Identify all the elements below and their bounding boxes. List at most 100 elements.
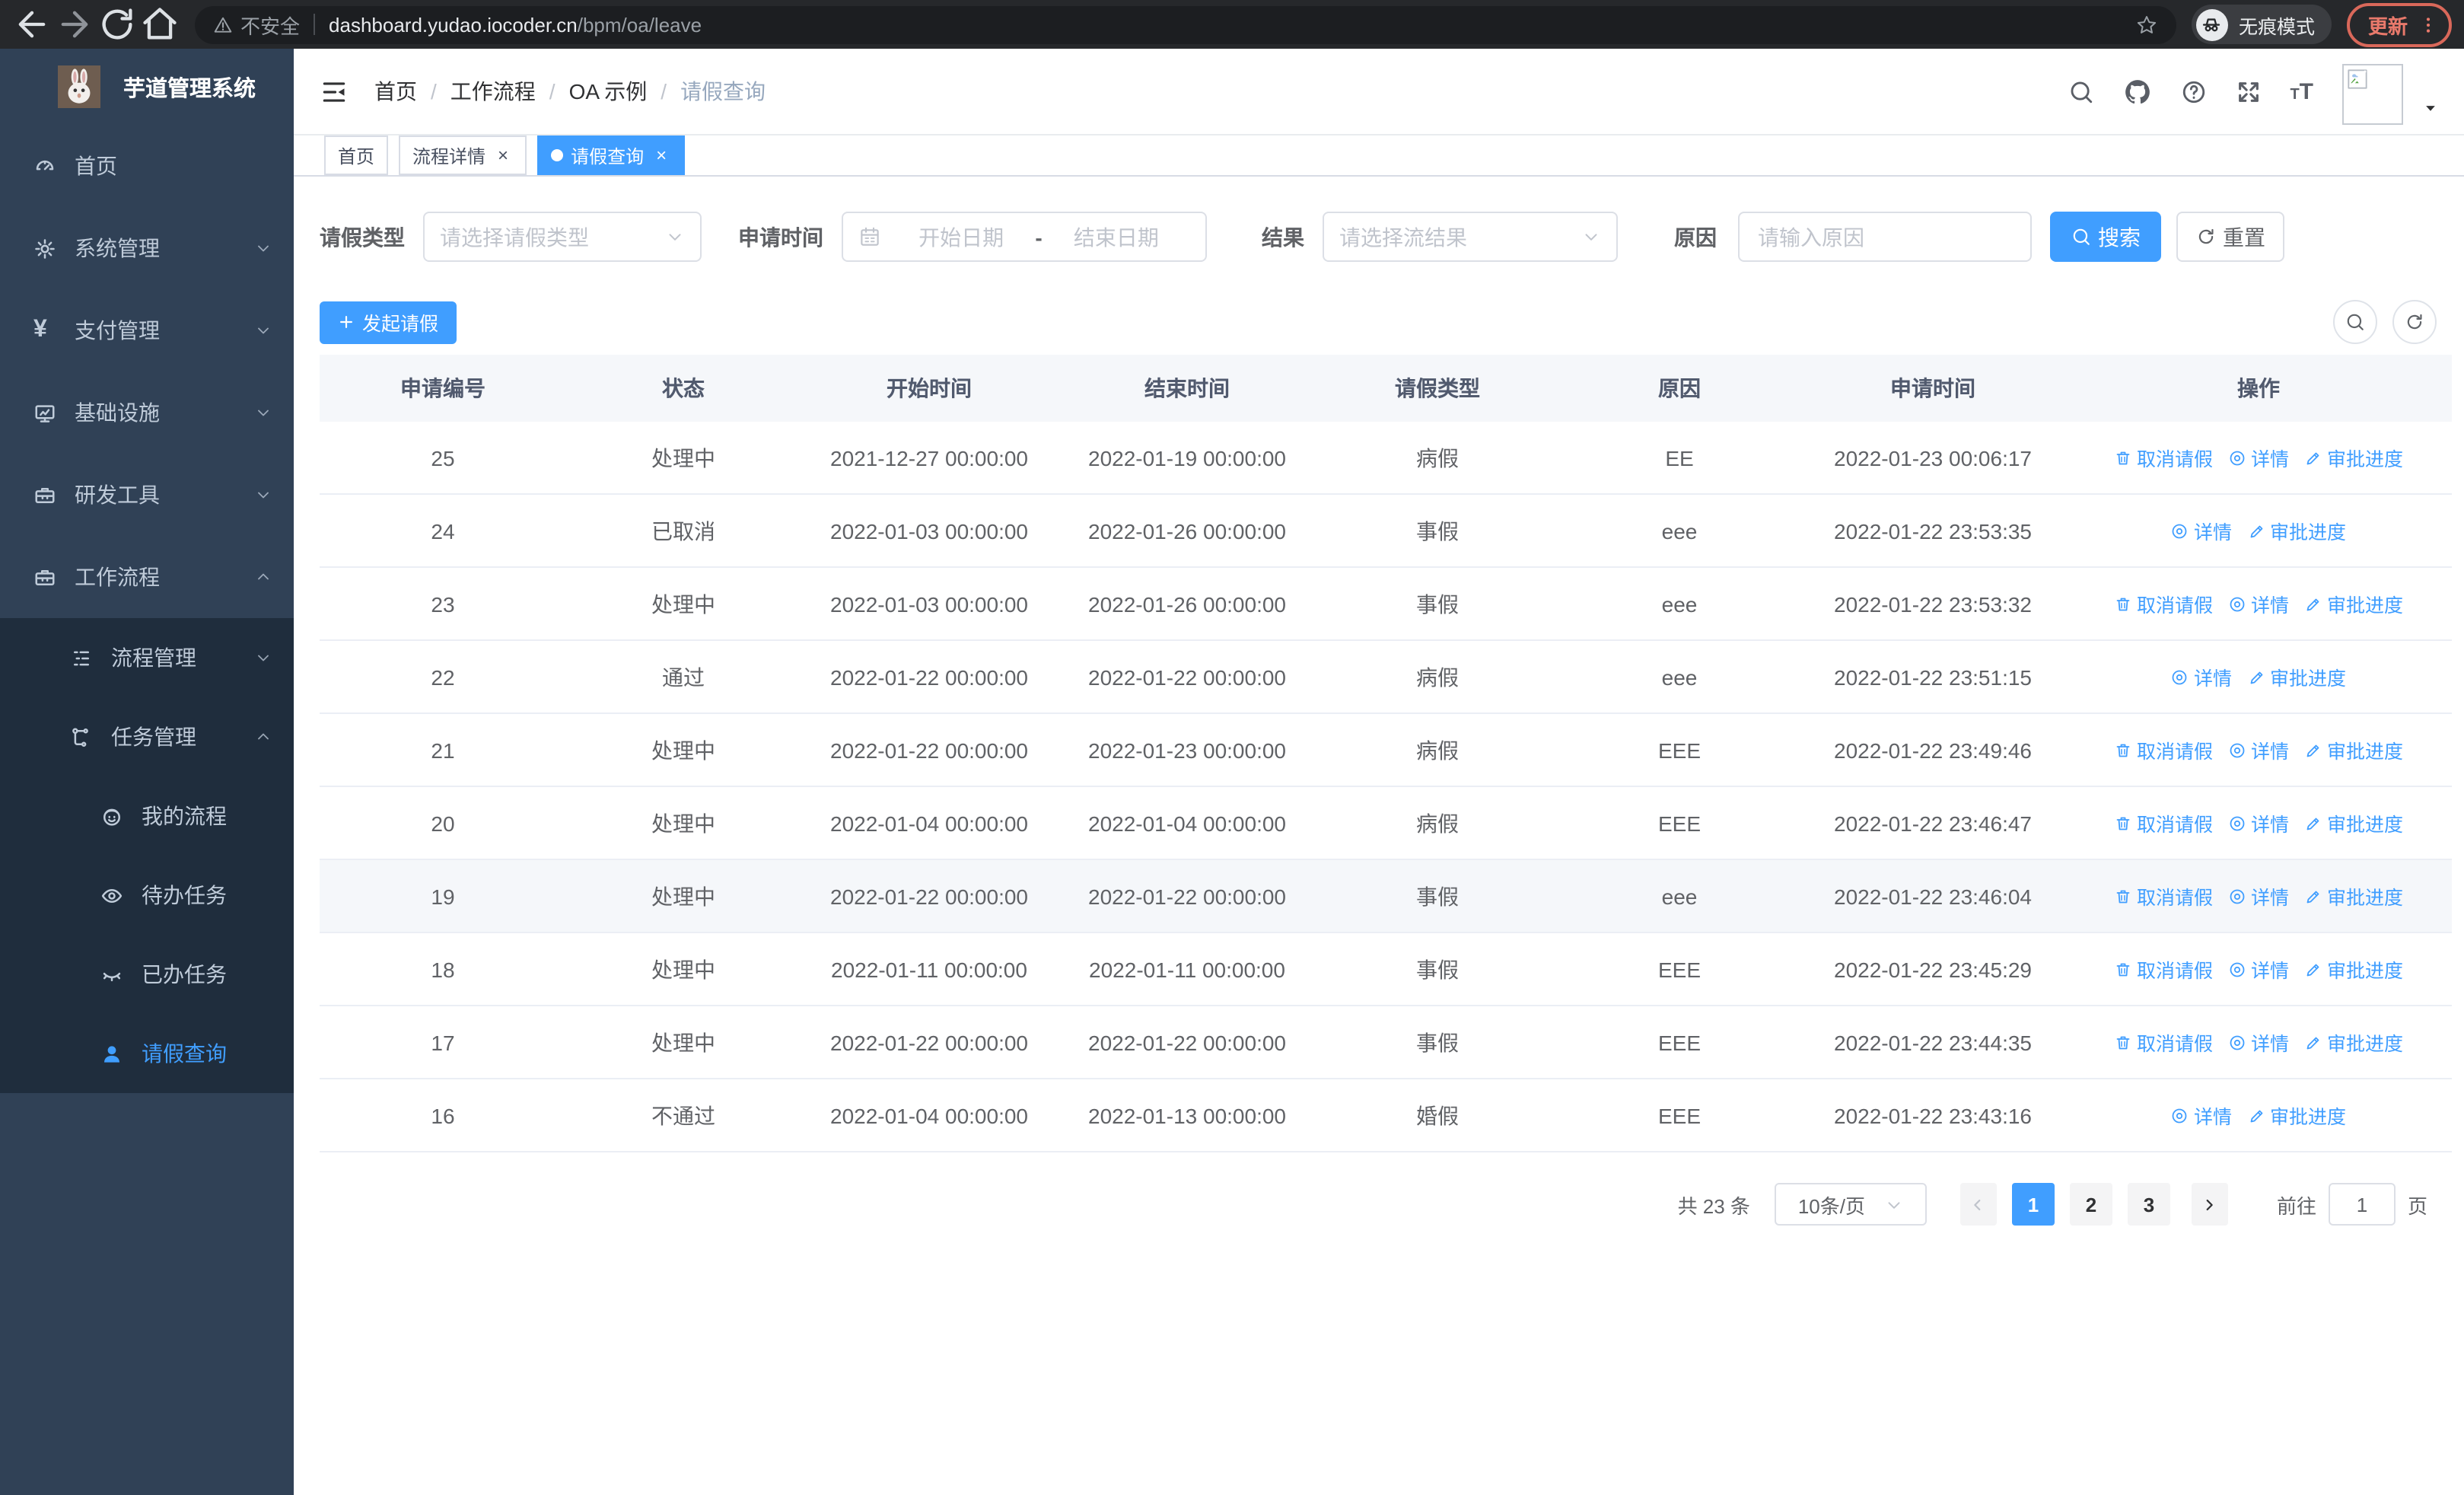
goto-page-input[interactable]: 1 xyxy=(2328,1183,2396,1226)
tab-2[interactable]: 请假查询 × xyxy=(537,135,686,175)
sidebar-item-todo-task[interactable]: 待办任务 xyxy=(0,856,294,935)
cell-type: 事假 xyxy=(1316,932,1558,1006)
close-icon[interactable]: × xyxy=(651,145,671,165)
breadcrumb-item-home[interactable]: 首页 xyxy=(374,76,417,107)
refresh-icon xyxy=(2195,227,2215,247)
eye-closed-icon xyxy=(100,963,123,986)
breadcrumb-item-workflow[interactable]: 工作流程 xyxy=(450,76,536,107)
sidebar-item-task-mgmt[interactable]: 任务管理 xyxy=(0,697,294,776)
action-cancel-leave[interactable]: 取消请假 xyxy=(2114,955,2213,983)
bookmark-star-icon[interactable] xyxy=(2135,13,2158,36)
browser-reload-button[interactable] xyxy=(97,5,137,44)
action-cancel-leave[interactable]: 取消请假 xyxy=(2114,589,2213,618)
close-icon[interactable]: × xyxy=(493,145,513,165)
sidebar-item-dev-tools[interactable]: 研发工具 xyxy=(0,454,294,536)
gear-icon xyxy=(33,237,56,260)
cell-status: 处理中 xyxy=(566,932,801,1006)
browser-home-button[interactable] xyxy=(140,5,180,44)
action-detail[interactable]: 详情 xyxy=(2228,735,2289,764)
page-button-1[interactable]: 1 xyxy=(2011,1183,2055,1226)
action-cancel-leave[interactable]: 取消请假 xyxy=(2114,443,2213,472)
breadcrumb-item-oa[interactable]: OA 示例 xyxy=(569,76,648,107)
view-icon xyxy=(2171,668,2189,686)
action-cancel-leave[interactable]: 取消请假 xyxy=(2114,808,2213,837)
github-icon[interactable] xyxy=(2122,77,2151,106)
browser-update-button[interactable]: 更新 xyxy=(2346,2,2452,46)
sidebar-item-my-process[interactable]: 我的流程 xyxy=(0,776,294,856)
prev-page-button[interactable] xyxy=(1959,1183,1997,1226)
sidebar-item-leave-query[interactable]: 请假查询 xyxy=(0,1014,294,1093)
reason-input[interactable]: 请输入原因 xyxy=(1738,212,2032,262)
action-approval-progress[interactable]: 审批进度 xyxy=(2304,808,2403,837)
sidebar-item-infrastructure[interactable]: 基础设施 xyxy=(0,371,294,454)
result-select[interactable]: 请选择流结果 xyxy=(1323,212,1618,262)
toggle-search-button[interactable] xyxy=(2333,300,2377,344)
action-detail[interactable]: 详情 xyxy=(2228,808,2289,837)
search-icon xyxy=(2071,227,2090,247)
action-detail[interactable]: 详情 xyxy=(2228,881,2289,910)
action-cancel-leave[interactable]: 取消请假 xyxy=(2114,1028,2213,1057)
action-approval-progress[interactable]: 审批进度 xyxy=(2247,1101,2346,1130)
action-detail[interactable]: 详情 xyxy=(2171,1101,2232,1130)
sidebar-collapse-button[interactable] xyxy=(320,77,349,106)
font-size-icon[interactable]: TT xyxy=(2290,78,2313,104)
cell-actions: 详情 审批进度 xyxy=(2065,640,2452,714)
column-header: 请假类型 xyxy=(1316,355,1558,422)
app-logo[interactable]: 芋道管理系统 xyxy=(0,49,294,125)
action-approval-progress[interactable]: 审批进度 xyxy=(2247,516,2346,545)
action-detail[interactable]: 详情 xyxy=(2171,662,2232,691)
tab-1[interactable]: 流程详情 × xyxy=(399,135,527,175)
action-detail[interactable]: 详情 xyxy=(2228,443,2289,472)
date-end-input[interactable]: 结束日期 xyxy=(1043,222,1190,252)
fullscreen-icon[interactable] xyxy=(2235,78,2261,104)
chevron-down-icon xyxy=(1883,1194,1903,1214)
sidebar-item-pay-mgmt[interactable]: ¥ 支付管理 xyxy=(0,289,294,371)
action-cancel-leave[interactable]: 取消请假 xyxy=(2114,881,2213,910)
cell-end: 2022-01-11 00:00:00 xyxy=(1058,932,1316,1006)
browser-back-button[interactable] xyxy=(12,5,52,44)
table-toolbar: 发起请假 xyxy=(320,300,2452,344)
address-bar[interactable]: 不安全 dashboard.yudao.iocoder.cn/bpm/oa/le… xyxy=(195,5,2176,43)
help-icon[interactable] xyxy=(2180,78,2206,104)
browser-menu-icon[interactable] xyxy=(2418,14,2438,34)
create-leave-button[interactable]: 发起请假 xyxy=(320,301,457,343)
apply-time-range-picker[interactable]: 开始日期 - 结束日期 xyxy=(842,212,1207,262)
action-approval-progress[interactable]: 审批进度 xyxy=(2304,955,2403,983)
leave-type-select[interactable]: 请选择请假类型 xyxy=(423,212,702,262)
yen-icon: ¥ xyxy=(33,317,47,343)
edit-icon xyxy=(2304,448,2322,467)
action-approval-progress[interactable]: 审批进度 xyxy=(2247,662,2346,691)
action-detail[interactable]: 详情 xyxy=(2228,1028,2289,1057)
cell-actions: 取消请假 详情 审批进度 xyxy=(2065,1006,2452,1079)
cell-apply_time: 2022-01-22 23:45:29 xyxy=(1800,932,2065,1006)
avatar[interactable] xyxy=(2342,64,2403,125)
sidebar-item-process-mgmt[interactable]: 流程管理 xyxy=(0,618,294,697)
action-detail[interactable]: 详情 xyxy=(2228,589,2289,618)
action-approval-progress[interactable]: 审批进度 xyxy=(2304,443,2403,472)
page-button-3[interactable]: 3 xyxy=(2127,1183,2170,1226)
sidebar-item-workflow[interactable]: 工作流程 xyxy=(0,536,294,618)
action-approval-progress[interactable]: 审批进度 xyxy=(2304,881,2403,910)
search-button[interactable]: 搜索 xyxy=(2050,212,2161,262)
sidebar-item-label: 系统管理 xyxy=(75,236,160,260)
action-cancel-leave[interactable]: 取消请假 xyxy=(2114,735,2213,764)
page-button-2[interactable]: 2 xyxy=(2069,1183,2112,1226)
sidebar-item-home[interactable]: 首页 xyxy=(0,125,294,207)
user-menu-caret-icon[interactable] xyxy=(2423,100,2438,116)
refresh-table-button[interactable] xyxy=(2392,300,2437,344)
action-approval-progress[interactable]: 审批进度 xyxy=(2304,735,2403,764)
browser-forward-button[interactable] xyxy=(55,5,94,44)
sidebar-item-done-task[interactable]: 已办任务 xyxy=(0,935,294,1014)
sidebar-item-system-mgmt[interactable]: 系统管理 xyxy=(0,207,294,289)
action-approval-progress[interactable]: 审批进度 xyxy=(2304,589,2403,618)
tab-0[interactable]: 首页 xyxy=(324,135,389,175)
next-page-button[interactable] xyxy=(2191,1183,2228,1226)
action-detail[interactable]: 详情 xyxy=(2228,955,2289,983)
cell-id: 22 xyxy=(320,640,566,714)
search-icon[interactable] xyxy=(2068,78,2093,104)
action-detail[interactable]: 详情 xyxy=(2171,516,2232,545)
date-start-input[interactable]: 开始日期 xyxy=(887,222,1035,252)
action-approval-progress[interactable]: 审批进度 xyxy=(2304,1028,2403,1057)
page-size-select[interactable]: 10条/页 xyxy=(1774,1183,1927,1226)
reset-button[interactable]: 重置 xyxy=(2176,212,2284,262)
